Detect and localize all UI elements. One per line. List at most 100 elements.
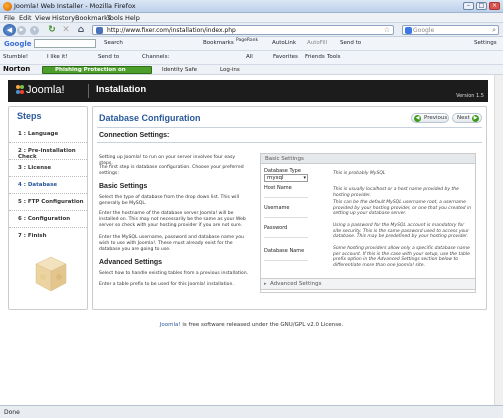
maximize-button[interactable]: □ [476, 2, 487, 10]
advanced-text-1: Select how to handle existing tables fro… [99, 271, 249, 276]
basic-settings-panel-header: Basic Settings [261, 154, 475, 164]
bookmarks-button[interactable]: Bookmarks [203, 40, 234, 46]
next-button[interactable]: Next ▶ [452, 113, 482, 123]
menu-view[interactable]: View [35, 14, 50, 22]
stumble-sendto-button[interactable]: Send to [98, 54, 119, 60]
search-bar[interactable]: Google ⌕ [402, 25, 499, 35]
host-input[interactable] [264, 192, 308, 198]
step-label: 2 : Pre-installation Check [18, 148, 76, 160]
login-button[interactable]: Log-ins [220, 67, 240, 73]
connection-heading: Connection Settings: [99, 132, 170, 139]
google-toolbar: Google Search Bookmarks PageRank AutoLin… [0, 37, 503, 51]
reload-icon[interactable]: ↻ [47, 25, 57, 35]
step-language: 1 : Language [9, 126, 87, 143]
arrow-left-icon: ◀ [414, 115, 421, 122]
identity-safe-button[interactable]: Identity Safe [162, 67, 197, 73]
stop-icon[interactable]: ✕ [61, 25, 71, 35]
ilike-button[interactable]: I like it! [47, 54, 67, 60]
vertical-scrollbar[interactable] [494, 75, 503, 405]
dbname-input[interactable] [264, 255, 308, 261]
minimize-button[interactable]: – [463, 2, 474, 10]
username-input[interactable] [264, 212, 308, 218]
db-type-value: mysql [267, 175, 284, 181]
joomla-link[interactable]: Joomla! [160, 322, 181, 328]
package-box-icon [35, 256, 67, 292]
step-database: 4 : Database [9, 177, 87, 194]
steps-heading: Steps [17, 111, 42, 121]
search-icon[interactable]: ⌕ [492, 26, 496, 35]
sendto-button[interactable]: Send to [340, 40, 361, 46]
menu-bar: File Edit View History Bookmarks Tools H… [0, 13, 503, 23]
advanced-text-2: Enter a table prefix to be used for this… [99, 282, 234, 287]
window-titlebar: Joomla! Web Installer - Mozilla Firefox … [0, 0, 503, 13]
password-help: Using a password for the MySQL account i… [333, 223, 469, 239]
url-bar[interactable]: http://www.fixer.com/installation/index.… [92, 25, 394, 35]
all-button[interactable]: All [246, 54, 253, 60]
step-label: 1 : Language [18, 131, 59, 137]
joomla-logo-text: Joomla! [26, 84, 65, 96]
norton-logo: Norton [3, 65, 31, 73]
db-type-help: This is probably MySQL [333, 171, 386, 176]
close-button[interactable]: × [489, 2, 500, 10]
status-bar: Done [0, 405, 503, 418]
password-input[interactable] [264, 232, 308, 238]
menu-history[interactable]: History [52, 14, 75, 22]
tools-button[interactable]: Tools [327, 54, 341, 60]
advanced-settings-toggle[interactable]: ▸ Advanced Settings [260, 278, 476, 290]
host-help: This is usually localhost or a host name… [333, 187, 459, 198]
header-divider [88, 84, 89, 98]
installation-title: Installation [96, 84, 147, 95]
site-icon [96, 27, 103, 34]
window-title: Joomla! Web Installer - Mozilla Firefox [14, 2, 136, 10]
stumble-button[interactable]: Stumble! [3, 54, 28, 60]
home-icon[interactable]: ⌂ [76, 25, 86, 35]
chevron-right-icon: ▸ [264, 281, 267, 287]
google-search-button[interactable]: Search [104, 40, 123, 46]
basic-settings-panel: Basic Settings Database Type mysql ▾ Thi… [260, 153, 476, 293]
step-label: 6 : Configuration [18, 216, 71, 222]
menu-tools[interactable]: Tools [107, 14, 123, 22]
dbname-help: Some hosting providers allow only a spec… [333, 246, 470, 268]
next-label: Next [457, 115, 470, 121]
step-preinstall-check: 2 : Pre-installation Check [9, 143, 87, 160]
intro-text-2: The first step is database configuration… [99, 165, 244, 176]
dropdown-icon[interactable]: ▾ [30, 26, 39, 35]
basic-text-3: Enter the MySQL username, password and d… [99, 235, 244, 252]
chevron-down-icon: ▾ [303, 175, 306, 181]
basic-settings-heading: Basic Settings [99, 183, 148, 190]
autolink-button[interactable]: AutoLink [272, 40, 296, 46]
version-label: Version 1.5 [456, 93, 484, 99]
step-label: 4 : Database [18, 182, 58, 188]
menu-bookmarks[interactable]: Bookmarks [75, 14, 111, 22]
status-text: Done [4, 409, 20, 416]
autofill-button[interactable]: AutoFill [307, 40, 327, 46]
username-help: This can be the default MySQL username r… [333, 200, 472, 216]
basic-text-2: Enter the hostname of the database serve… [99, 211, 246, 228]
channels-label: Channels: [142, 54, 170, 60]
google-logo: Google [4, 40, 32, 48]
step-license: 3 : License [9, 160, 87, 177]
menu-edit[interactable]: Edit [19, 14, 32, 22]
joomla-logo-icon [16, 85, 24, 94]
favorites-button[interactable]: Favorites [273, 54, 298, 60]
star-icon[interactable]: ☆ [384, 26, 390, 34]
db-type-select[interactable]: mysql ▾ [264, 174, 308, 182]
url-text: http://www.fixer.com/installation/index.… [107, 27, 236, 34]
menu-file[interactable]: File [4, 14, 15, 22]
previous-button[interactable]: ◀ Previous [411, 113, 449, 123]
forward-icon[interactable]: ▶ [17, 26, 26, 35]
basic-settings-panel-title: Basic Settings [265, 156, 304, 162]
friends-button[interactable]: Friends [305, 54, 325, 60]
settings-button[interactable]: Settings [474, 40, 497, 46]
advanced-settings-heading: Advanced Settings [99, 259, 163, 266]
pagerank-label: PageRank [236, 38, 259, 43]
step-ftp: 5 : FTP Configuration [9, 194, 87, 211]
step-finish: 7 : Finish [9, 228, 87, 245]
step-label: 3 : License [18, 165, 52, 171]
google-search-input[interactable] [34, 39, 96, 48]
back-icon[interactable]: ◀ [3, 24, 16, 36]
phishing-protection-badge[interactable]: Phishing Protection on [42, 66, 152, 74]
menu-help[interactable]: Help [125, 14, 140, 22]
divider [97, 127, 482, 128]
firefox-icon [3, 2, 12, 11]
